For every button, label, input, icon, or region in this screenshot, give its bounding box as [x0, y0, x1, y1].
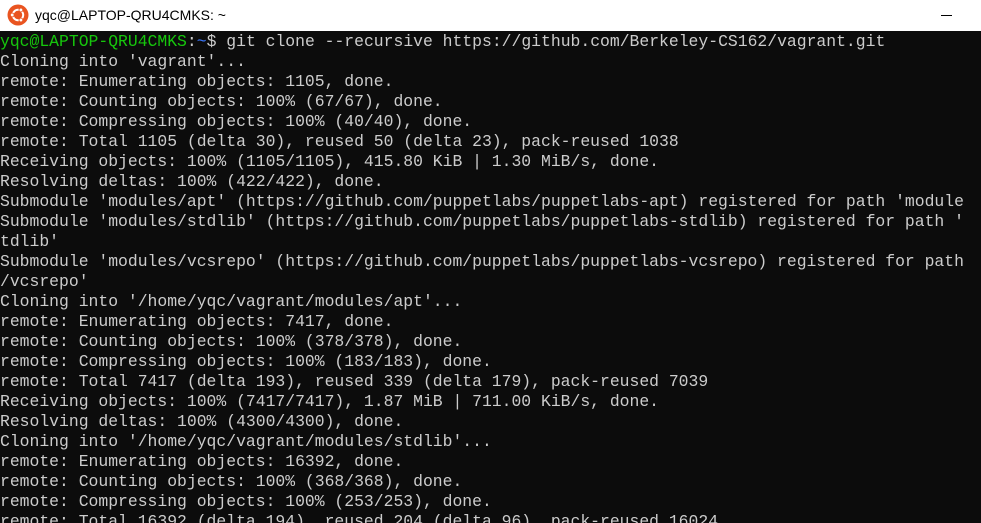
prompt-command: git clone --recursive https://github.com… — [226, 32, 886, 51]
output-line: remote: Total 7417 (delta 193), reused 3… — [0, 372, 709, 391]
title-bar[interactable]: yqc@LAPTOP-QRU4CMKS: ~ — [0, 0, 981, 31]
output-line: Resolving deltas: 100% (4300/4300), done… — [0, 412, 404, 431]
output-line: Cloning into '/home/yqc/vagrant/modules/… — [0, 432, 492, 451]
minimize-icon — [941, 15, 952, 16]
prompt-path: ~ — [196, 32, 207, 51]
output-line: remote: Enumerating objects: 7417, done. — [0, 312, 394, 331]
output-line: Cloning into '/home/yqc/vagrant/modules/… — [0, 292, 463, 311]
output-line: remote: Enumerating objects: 16392, done… — [0, 452, 404, 471]
terminal-window: yqc@LAPTOP-QRU4CMKS: ~ yqc@LAPTOP-QRU4CM… — [0, 0, 981, 523]
output-line: Receiving objects: 100% (7417/7417), 1.8… — [0, 392, 660, 411]
terminal-output[interactable]: yqc@LAPTOP-QRU4CMKS:~$ git clone --recur… — [0, 31, 981, 523]
output-line: Receiving objects: 100% (1105/1105), 415… — [0, 152, 660, 171]
output-line: remote: Enumerating objects: 1105, done. — [0, 72, 394, 91]
output-line: remote: Counting objects: 100% (67/67), … — [0, 92, 443, 111]
prompt-user-host: yqc@LAPTOP-QRU4CMKS — [0, 32, 187, 51]
output-line: remote: Counting objects: 100% (378/378)… — [0, 332, 463, 351]
output-line: remote: Compressing objects: 100% (40/40… — [0, 112, 473, 131]
minimize-button[interactable] — [928, 0, 964, 31]
output-line: tdlib' — [0, 232, 60, 251]
window-title: yqc@LAPTOP-QRU4CMKS: ~ — [35, 7, 226, 23]
ubuntu-icon — [7, 4, 29, 26]
output-line: Submodule 'modules/apt' (https://github.… — [0, 192, 964, 211]
output-line: Resolving deltas: 100% (422/422), done. — [0, 172, 384, 191]
output-line: remote: Total 1105 (delta 30), reused 50… — [0, 132, 679, 151]
prompt-symbol: $ — [206, 32, 227, 51]
output-lines: Cloning into 'vagrant'... remote: Enumera… — [0, 52, 981, 523]
output-line: Submodule 'modules/vcsrepo' (https://git… — [0, 252, 964, 271]
command-line: yqc@LAPTOP-QRU4CMKS:~$ git clone --recur… — [0, 32, 981, 52]
prompt-colon: : — [186, 32, 197, 51]
output-line: remote: Counting objects: 100% (368/368)… — [0, 472, 463, 491]
output-line: Cloning into 'vagrant'... — [0, 52, 246, 71]
output-line: remote: Compressing objects: 100% (183/1… — [0, 352, 492, 371]
output-line: /vcsrepo' — [0, 272, 89, 291]
output-line: remote: Compressing objects: 100% (253/2… — [0, 492, 492, 511]
output-line: remote: Total 16392 (delta 194), reused … — [0, 512, 719, 523]
output-line: Submodule 'modules/stdlib' (https://gith… — [0, 212, 964, 231]
